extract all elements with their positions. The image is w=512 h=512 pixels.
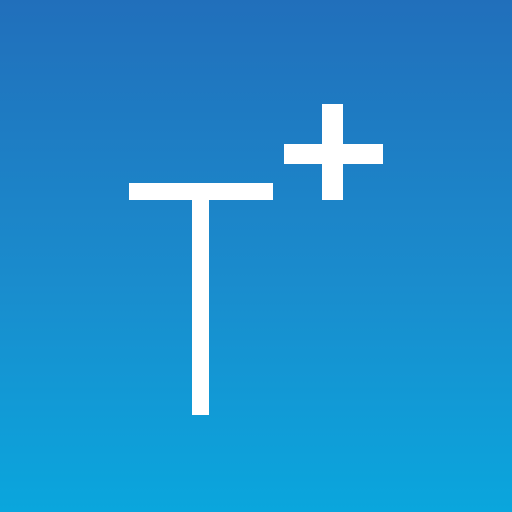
t-plus-logo-icon <box>0 0 512 512</box>
letter-t-stem <box>192 183 209 415</box>
app-icon <box>0 0 512 512</box>
plus-sign-vertical <box>322 104 343 200</box>
